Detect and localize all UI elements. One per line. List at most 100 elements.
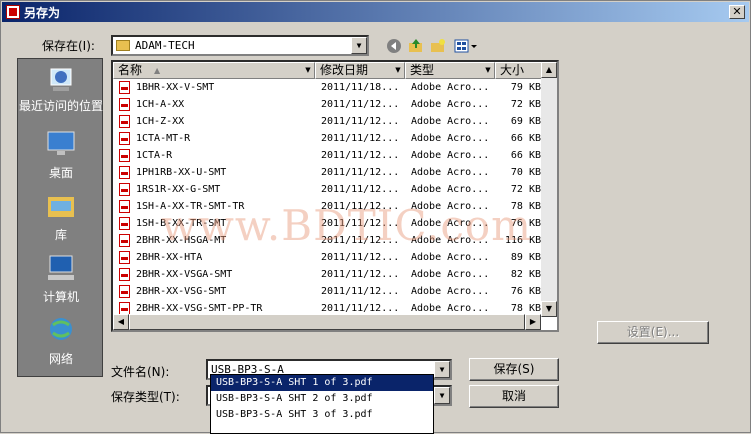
column-name-header[interactable]: 名称 ▲ ▼ (113, 62, 315, 79)
close-button[interactable]: ✕ (729, 5, 745, 19)
file-date: 2011/11/12... (321, 150, 400, 161)
recent-places-icon (50, 68, 72, 91)
network-icon (50, 318, 72, 340)
settings-button[interactable]: 设置(E)... (597, 321, 709, 344)
file-name: 1PH1RB-XX-U-SMT (136, 167, 227, 178)
new-folder-button[interactable] (429, 37, 447, 55)
file-name: 2BHR-XX-VSG-SMT (136, 286, 227, 297)
file-date: 2011/11/12... (321, 116, 400, 127)
pdf-file-icon (119, 115, 130, 128)
place-label: 桌面 (48, 166, 73, 180)
filetype-label: 保存类型(T): (111, 390, 180, 404)
chevron-down-icon[interactable]: ▼ (434, 387, 450, 404)
file-date: 2011/11/12... (321, 167, 400, 178)
file-name: 1CH-A-XX (136, 99, 185, 110)
file-name: 1CH-Z-XX (136, 116, 185, 127)
view-menu-button[interactable] (453, 37, 479, 55)
horizontal-scrollbar[interactable]: ◀ ▶ (113, 314, 541, 330)
file-size: 66 KB (510, 133, 541, 144)
save-in-combo[interactable]: ADAM-TECH ▼ (111, 35, 369, 56)
filename-suggestions[interactable]: USB-BP3-S-A SHT 1 of 3.pdf USB-BP3-S-A S… (210, 374, 434, 434)
scroll-up-button[interactable]: ▲ (541, 62, 557, 78)
scroll-down-button[interactable]: ▼ (541, 301, 557, 317)
chevron-down-icon[interactable]: ▼ (393, 64, 403, 77)
place-network[interactable]: 网络 (18, 315, 104, 367)
column-label: 类型 (410, 63, 435, 77)
file-date: 2011/11/12... (321, 184, 400, 195)
pdf-file-icon (119, 98, 130, 111)
back-button[interactable] (385, 37, 403, 55)
file-size: 70 KB (510, 167, 541, 178)
places-bar: 最近访问的位置 桌面 库 计算机 网络 (17, 58, 103, 377)
file-row[interactable]: 1RS1R-XX-G-SMT 2011/11/12... Adobe Acro...… (113, 181, 543, 198)
file-type: Adobe Acro... (411, 116, 490, 127)
pdf-file-icon (119, 81, 130, 94)
pdf-file-icon (119, 183, 130, 196)
cancel-button[interactable]: 取消 (469, 385, 559, 408)
file-row[interactable]: 2BHR-XX-VSGA-SMT 2011/11/12... Adobe Acro.… (113, 266, 543, 283)
file-size: 72 KB (510, 99, 541, 110)
place-label: 网络 (48, 352, 73, 366)
file-row[interactable]: 1CTA-MT-R 2011/11/12... Adobe Acro... 66 KB (113, 130, 543, 147)
file-row[interactable]: 1CH-A-XX 2011/11/12... Adobe Acro... 72 KB (113, 96, 543, 113)
column-size-header[interactable]: 大小 (495, 62, 543, 79)
suggestion-item[interactable]: USB-BP3-S-A SHT 2 of 3.pdf (211, 391, 433, 407)
column-date-header[interactable]: 修改日期 ▼ (315, 62, 405, 79)
file-size: 69 KB (510, 116, 541, 127)
chevron-down-icon[interactable]: ▼ (351, 37, 367, 54)
file-type: Adobe Acro... (411, 82, 490, 93)
place-libraries[interactable]: 库 (18, 191, 104, 243)
file-type: Adobe Acro... (411, 252, 490, 263)
place-desktop[interactable]: 桌面 (18, 129, 104, 181)
file-name: 2BHR-XX-VSGA-SMT (136, 269, 233, 280)
chevron-down-icon[interactable]: ▼ (303, 64, 313, 77)
place-recent[interactable]: 最近访问的位置 (18, 65, 104, 113)
file-row[interactable]: 1CH-Z-XX 2011/11/12... Adobe Acro... 69 KB (113, 113, 543, 130)
file-size: 66 KB (510, 150, 541, 161)
file-size: 79 KB (510, 82, 541, 93)
computer-icon (48, 255, 74, 280)
file-name: 1CTA-MT-R (136, 133, 191, 144)
sort-up-icon: ▲ (154, 66, 161, 75)
libraries-icon (48, 197, 74, 217)
save-button[interactable]: 保存(S) (469, 358, 559, 381)
file-row[interactable]: 2BHR-XX-VSG-SMT 2011/11/12... Adobe Acro..… (113, 283, 543, 300)
place-computer[interactable]: 计算机 (18, 253, 104, 305)
column-label: 修改日期 (320, 63, 369, 77)
file-size: 72 KB (510, 184, 541, 195)
file-row[interactable]: 2BHR-XX-HTA 2011/11/12... Adobe Acro... 89 … (113, 249, 543, 266)
pdf-file-icon (119, 200, 130, 213)
file-size: 82 KB (510, 269, 541, 280)
dialog-title: 另存为 (24, 5, 61, 20)
suggestion-item[interactable]: USB-BP3-S-A SHT 3 of 3.pdf (211, 407, 433, 423)
file-date: 2011/11/12... (321, 286, 400, 297)
pdf-file-icon (119, 251, 130, 264)
column-label: 名称 (118, 63, 143, 77)
save-as-dialog: 另存为 ✕ 保存在(I): ADAM-TECH ▼ 最近访问的位置 桌面 库 计… (0, 0, 751, 434)
column-type-header[interactable]: 类型 ▼ (405, 62, 495, 79)
scroll-left-button[interactable]: ◀ (113, 314, 129, 330)
folder-icon (116, 40, 130, 51)
file-row[interactable]: 1BHR-XX-V-SMT 2011/11/18... Adobe Acro... 7… (113, 79, 543, 96)
suggestion-item[interactable]: USB-BP3-S-A SHT 1 of 3.pdf (211, 375, 433, 391)
file-row[interactable]: 1CTA-R 2011/11/12... Adobe Acro... 66 KB (113, 147, 543, 164)
pdf-file-icon (119, 132, 130, 145)
save-in-label: 保存在(I): (42, 39, 95, 53)
horizontal-scroll-thumb[interactable] (129, 314, 525, 330)
close-icon: ✕ (732, 5, 742, 18)
chevron-down-icon[interactable]: ▼ (483, 64, 493, 77)
chevron-down-icon[interactable]: ▼ (434, 361, 450, 378)
pdf-app-icon (6, 5, 20, 19)
back-icon (387, 39, 401, 53)
new-folder-icon (431, 39, 445, 52)
file-row[interactable]: 1PH1RB-XX-U-SMT 2011/11/12... Adobe Acro..… (113, 164, 543, 181)
file-size: 89 KB (510, 252, 541, 263)
file-name: 1RS1R-XX-G-SMT (136, 184, 221, 195)
up-folder-button[interactable] (407, 37, 425, 55)
file-type: Adobe Acro... (411, 150, 490, 161)
scroll-right-button[interactable]: ▶ (525, 314, 541, 330)
file-list[interactable]: 名称 ▲ ▼ 修改日期 ▼ 类型 ▼ 大小 1BHR-XX-V-SMT 2011/… (111, 60, 559, 332)
file-name: 1CTA-R (136, 150, 173, 161)
vertical-scrollbar[interactable]: ▲ ▼ (541, 62, 557, 317)
pdf-file-icon (119, 285, 130, 298)
